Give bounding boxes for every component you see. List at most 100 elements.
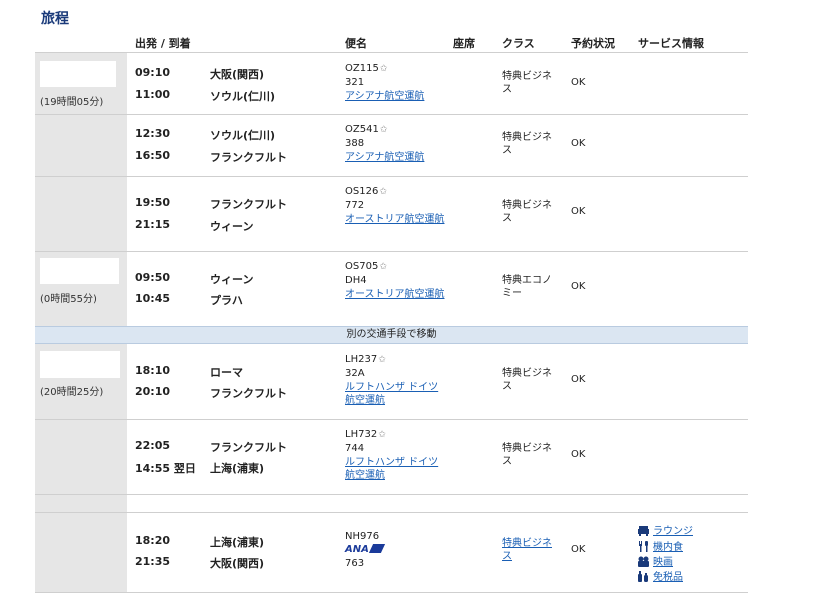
flight-number: OS126✩ [345,186,387,197]
departure-time: 19:50 [135,196,171,209]
trip-label-box [40,61,116,87]
booking-class: 特典ビジネス [502,71,552,95]
arrival-city: ソウル(仁川) [210,90,276,103]
departure-city: ローマ [210,366,243,379]
booking-class: 特典エコノミー [502,275,552,299]
departure-time: 09:50 [135,271,171,284]
departure-time: 22:05 [135,439,171,452]
arrival-time: 21:15 [135,218,171,231]
booking-class: 特典ビジネス [502,200,552,224]
flight-number: OS705✩ [345,261,387,272]
header-depart-arrive: 出発 / 到着 [135,37,191,50]
row-divider [35,512,748,513]
ana-logo: ANA [345,544,385,555]
meal-icon [639,541,648,552]
trip-label-box [40,351,120,378]
trip-duration: (0時間55分) [40,294,97,305]
departure-city: ソウル(仁川) [210,129,276,142]
duty-free-icon [638,571,648,582]
arrival-city: プラハ [210,294,243,307]
star-icon: ✩ [378,430,386,440]
arrival-time: 21:35 [135,555,171,568]
service-duty-free-link[interactable]: 免税品 [637,568,683,583]
airline-link[interactable]: ルフトハンザ ドイツ航空運航 [345,456,445,482]
departure-city: ウィーン [210,273,254,286]
booking-class: 特典ビジネス [502,443,552,467]
header-flight: 便名 [345,37,367,50]
booking-status: OK [571,281,586,292]
trip-sidebar [35,344,127,592]
service-meal-link[interactable]: 機内食 [637,538,683,553]
departure-city: 上海(浦東) [210,536,265,549]
service-movie-link[interactable]: 映画 [637,553,673,568]
arrival-city: 上海(浦東) [210,462,265,475]
equipment-code: 32A [345,368,365,379]
star-icon: ✩ [379,262,387,272]
header-seat: 座席 [453,37,475,50]
flight-number: OZ115✩ [345,63,388,74]
departure-city: フランクフルト [210,198,287,211]
trip-label-box [40,258,119,284]
booking-class: 特典ビジネス [502,368,552,392]
star-icon: ✩ [379,64,388,74]
trip-duration: (19時間05分) [40,97,104,108]
page-title: 旅程 [41,11,69,27]
arrival-time: 20:10 [135,385,171,398]
departure-city: フランクフルト [210,441,287,454]
equipment-code: 763 [345,558,365,569]
airline-link[interactable]: ルフトハンザ ドイツ航空運航 [345,381,445,407]
equipment-code: 321 [345,77,365,88]
arrival-time: 16:50 [135,149,171,162]
departure-time: 09:10 [135,66,171,79]
booking-status: OK [571,374,586,385]
header-service: サービス情報 [638,37,704,50]
movie-icon [638,556,649,567]
arrival-time: 11:00 [135,88,171,101]
booking-status: OK [571,138,586,149]
equipment-code: 744 [345,443,365,454]
airline-link[interactable]: オーストリア航空運航 [345,288,445,301]
star-icon: ✩ [379,125,388,135]
arrival-time: 14:55 翌日 [135,462,196,475]
departure-time: 12:30 [135,127,171,140]
departure-time: 18:10 [135,364,171,377]
equipment-code: 388 [345,138,365,149]
arrival-city: フランクフルト [210,151,287,164]
star-icon: ✩ [378,355,386,365]
arrival-city: ウィーン [210,220,254,233]
flight-number: LH237✩ [345,354,386,365]
row-divider [35,592,748,593]
transfer-note: 別の交通手段で移動 [35,326,748,344]
equipment-code: DH4 [345,275,367,286]
booking-status: OK [571,77,586,88]
row-divider [35,52,748,53]
airline-link[interactable]: アシアナ航空運航 [345,90,445,103]
arrival-city: 大阪(関西) [210,557,265,570]
equipment-code: 772 [345,200,365,211]
arrival-time: 10:45 [135,292,171,305]
booking-class-link[interactable]: 特典ビジネス [502,537,560,563]
flight-number: NH976 [345,531,380,542]
departure-time: 18:20 [135,534,171,547]
arrival-city: フランクフルト [210,387,287,400]
star-icon: ✩ [379,187,387,197]
airline-link[interactable]: アシアナ航空運航 [345,151,445,164]
booking-status: OK [571,449,586,460]
flight-number: OZ541✩ [345,124,388,135]
row-divider [35,419,748,420]
header-class: クラス [502,37,535,50]
row-divider [35,494,748,495]
row-divider [35,114,748,115]
trip-duration: (20時間25分) [40,387,104,398]
departure-city: 大阪(関西) [210,68,265,81]
airline-link[interactable]: オーストリア航空運航 [345,213,445,226]
booking-status: OK [571,544,586,555]
service-lounge-link[interactable]: ラウンジ [637,522,693,537]
header-status: 予約状況 [571,37,615,50]
row-divider [35,176,748,177]
booking-status: OK [571,206,586,217]
flight-number: LH732✩ [345,429,386,440]
booking-class: 特典ビジネス [502,132,552,156]
row-divider [35,251,748,252]
lounge-icon [638,526,649,536]
